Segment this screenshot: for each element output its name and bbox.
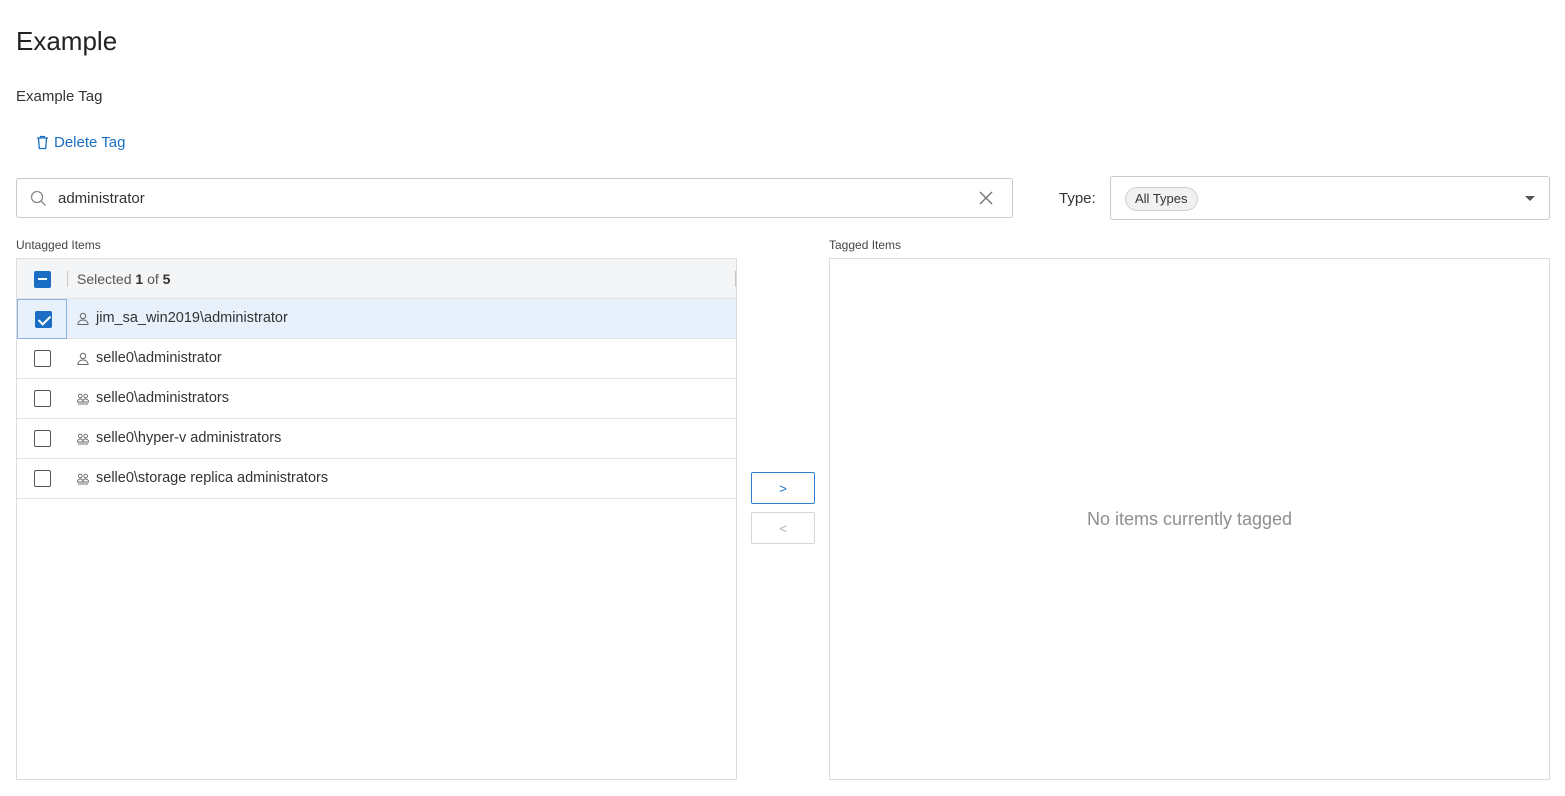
tagged-items-label: Tagged Items: [829, 238, 902, 252]
caret-down-icon: [1525, 196, 1535, 201]
type-filter-label: Type:: [1059, 190, 1096, 207]
list-item[interactable]: selle0\administrators: [17, 379, 736, 419]
header-divider: [67, 271, 68, 287]
row-check-cell: [17, 379, 67, 419]
delete-tag-label: Delete Tag: [54, 134, 126, 151]
list-item-label: jim_sa_win2019\administrator: [96, 310, 288, 326]
row-check-cell: [17, 339, 67, 379]
group-icon: [77, 433, 89, 445]
search-input[interactable]: [58, 185, 958, 211]
empty-tagged-message: No items currently tagged: [1086, 509, 1293, 529]
type-filter-chip: All Types: [1125, 187, 1198, 211]
list-item-label: selle0\administrators: [96, 390, 229, 406]
list-item-label: selle0\administrator: [96, 350, 222, 366]
row-check-cell: [17, 419, 67, 459]
user-icon: [77, 312, 89, 325]
list-item[interactable]: selle0\hyper-v administrators: [17, 419, 736, 459]
row-checkbox[interactable]: [34, 430, 51, 447]
list-item-label: selle0\storage replica administrators: [96, 470, 329, 486]
selected-count: Selected 1 of 5: [77, 271, 170, 287]
untagged-items-panel: Selected 1 of 5 jim_sa_win2019\administr…: [16, 258, 737, 780]
delete-tag-button[interactable]: Delete Tag: [36, 134, 125, 151]
list-header: Selected 1 of 5: [17, 259, 736, 299]
untagged-items-label: Untagged Items: [16, 238, 101, 252]
total-count-value: 5: [162, 271, 171, 287]
tag-name: Example Tag: [16, 88, 103, 105]
move-to-tagged-button[interactable]: >: [751, 472, 815, 504]
select-all-checkbox[interactable]: [34, 271, 51, 288]
selected-prefix: Selected: [77, 271, 132, 287]
row-checkbox[interactable]: [34, 350, 51, 367]
row-checkbox[interactable]: [34, 470, 51, 487]
header-divider-right: [735, 271, 736, 287]
group-icon: [77, 393, 89, 405]
user-icon: [77, 352, 89, 365]
clear-search-icon[interactable]: [978, 190, 994, 206]
group-icon: [77, 473, 89, 485]
list-item[interactable]: selle0\storage replica administrators: [17, 459, 736, 499]
row-check-cell: [17, 299, 67, 339]
trash-icon: [37, 135, 48, 150]
type-filter-select[interactable]: All Types: [1110, 176, 1550, 220]
selected-count-value: 1: [135, 271, 144, 287]
list-item[interactable]: jim_sa_win2019\administrator: [17, 299, 736, 339]
row-checkbox[interactable]: [35, 311, 52, 328]
tagged-items-panel: No items currently tagged: [829, 258, 1550, 780]
selected-of-label: of: [147, 271, 159, 287]
list-item[interactable]: selle0\administrator: [17, 339, 736, 379]
page-title: Example: [16, 26, 118, 56]
move-to-untagged-button[interactable]: <: [751, 512, 815, 544]
row-check-cell: [17, 459, 67, 499]
row-checkbox[interactable]: [34, 390, 51, 407]
search-icon: [30, 190, 46, 206]
list-item-label: selle0\hyper-v administrators: [96, 430, 282, 446]
search-box: [16, 178, 1013, 218]
